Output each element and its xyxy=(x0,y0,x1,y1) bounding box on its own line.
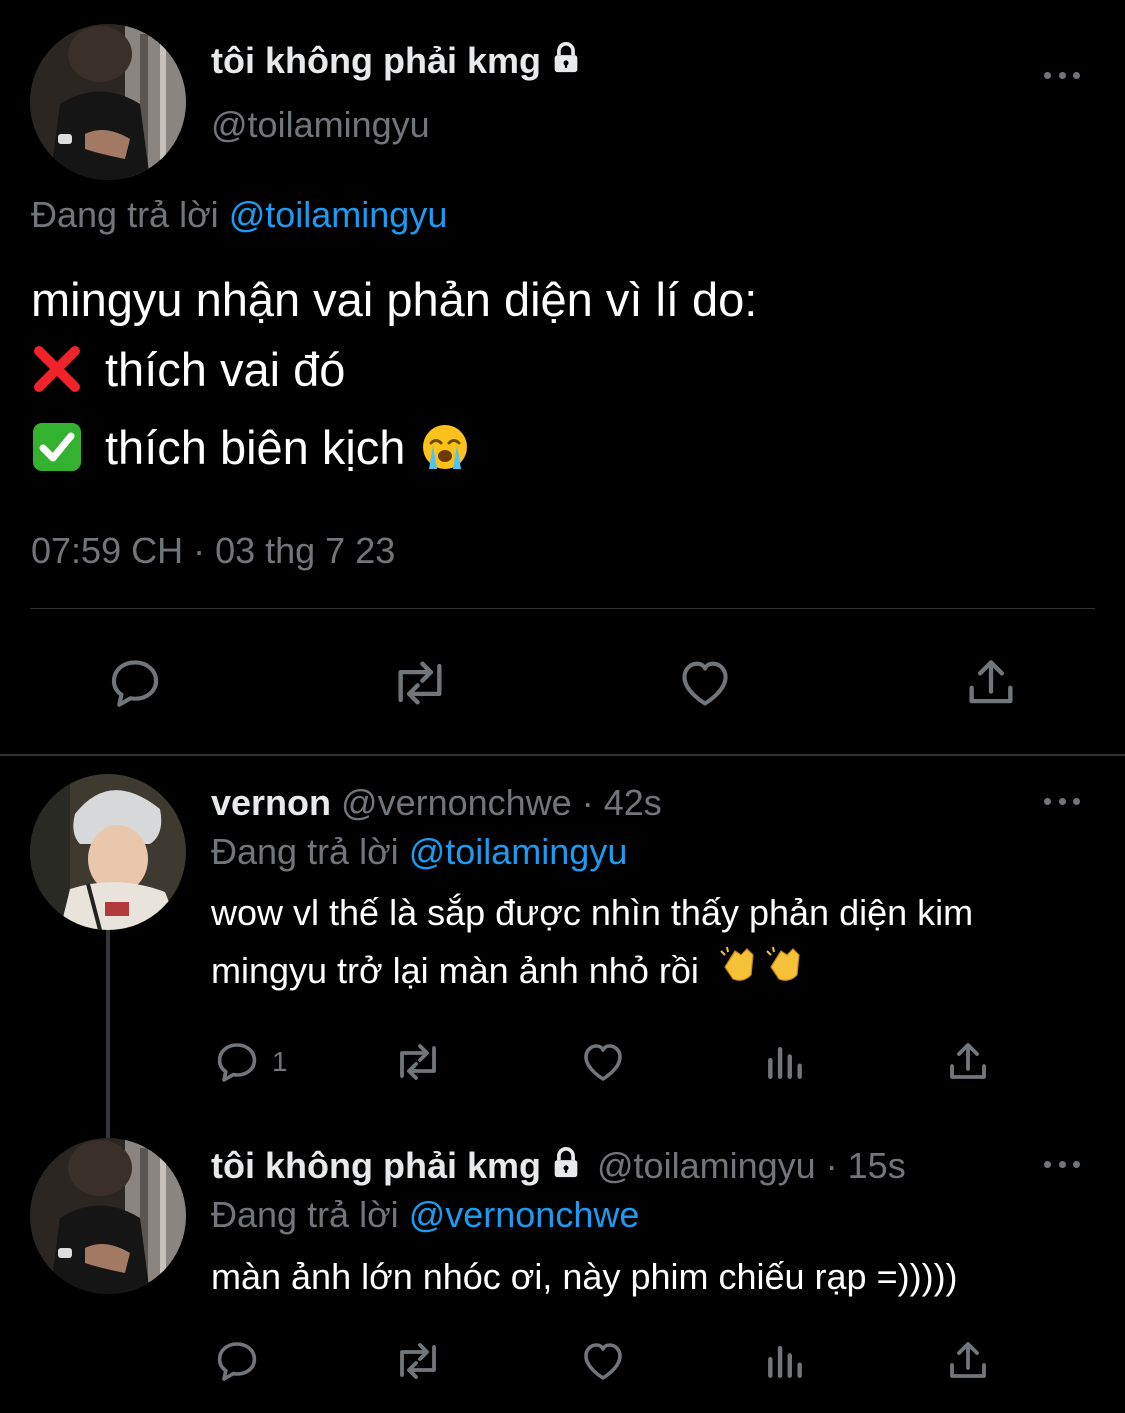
reply-text: wow vl thế là sắp được nhìn thấy phản di… xyxy=(211,884,973,1002)
like-icon[interactable] xyxy=(579,1038,627,1086)
reply-text: màn ảnh lớn nhóc ơi, này phim chiếu rạp … xyxy=(211,1248,958,1306)
reply-icon[interactable] xyxy=(213,1337,261,1385)
replying-to-link[interactable]: @vernonchwe xyxy=(409,1194,640,1235)
tweet-line-text: thích biên kịch xyxy=(105,420,406,474)
reply-text-line: wow vl thế là sắp được nhìn thấy phản di… xyxy=(211,892,974,933)
avatar-photo xyxy=(30,24,186,180)
reply-text-line: màn ảnh lớn nhóc ơi, này phim chiếu rạp … xyxy=(211,1256,958,1297)
reply-count: 1 xyxy=(272,1046,288,1077)
replying-prefix: Đang trả lời xyxy=(211,831,399,872)
author-handle[interactable]: @vernonchwe xyxy=(341,782,572,823)
clapping-hands-emoji xyxy=(719,944,805,1002)
reply-time[interactable]: · 15s xyxy=(826,1145,906,1186)
thread-connector-line xyxy=(106,930,110,1138)
more-options-icon[interactable] xyxy=(1042,65,1082,85)
author-handle[interactable]: @toilamingyu xyxy=(597,1145,816,1186)
reply-icon[interactable] xyxy=(106,654,164,712)
retweet-icon[interactable] xyxy=(390,1038,446,1086)
reply-text-line-wrap: mingyu trở lại màn ảnh nhỏ rồi xyxy=(211,942,973,1002)
analytics-icon[interactable] xyxy=(763,1339,807,1383)
author-avatar[interactable] xyxy=(30,1138,186,1294)
like-icon[interactable] xyxy=(676,654,734,712)
more-options-icon[interactable] xyxy=(1042,1154,1082,1174)
avatar-photo xyxy=(30,774,186,930)
share-icon[interactable] xyxy=(944,1038,992,1086)
tweet-line: thích biên kịch xyxy=(31,412,757,482)
author-name[interactable]: tôi không phải kmg xyxy=(211,1145,541,1186)
replying-to: Đang trả lời @toilamingyu xyxy=(31,194,447,236)
share-icon[interactable] xyxy=(962,654,1020,712)
tweet-text: mingyu nhận vai phản diện vì lí do: thíc… xyxy=(31,264,757,482)
retweet-icon[interactable] xyxy=(390,1337,446,1385)
replying-prefix: Đang trả lời xyxy=(31,194,219,235)
retweet-icon[interactable] xyxy=(386,654,454,712)
check-mark-emoji xyxy=(31,421,83,473)
tweet-line: mingyu nhận vai phản diện vì lí do: xyxy=(31,264,757,334)
author-name-row[interactable]: tôi không phải kmg xyxy=(211,40,583,84)
like-icon[interactable] xyxy=(579,1337,627,1385)
replying-to-link[interactable]: @toilamingyu xyxy=(409,831,628,872)
more-options-icon[interactable] xyxy=(1042,791,1082,811)
reply-icon[interactable] xyxy=(213,1038,261,1086)
reply-time[interactable]: · 42s xyxy=(582,782,662,823)
replying-prefix: Đang trả lời xyxy=(211,1194,399,1235)
share-icon[interactable] xyxy=(944,1337,992,1385)
reply-header: tôi không phải kmg @toilamingyu · 15s xyxy=(211,1145,906,1189)
tweet-line-text: thích vai đó xyxy=(105,342,346,396)
replying-to-link[interactable]: @toilamingyu xyxy=(229,194,448,235)
lock-icon xyxy=(549,1146,583,1189)
section-divider xyxy=(0,754,1125,756)
loudly-crying-face-emoji xyxy=(421,423,469,471)
analytics-icon[interactable] xyxy=(763,1040,807,1084)
author-handle[interactable]: @toilamingyu xyxy=(211,104,430,146)
lock-icon xyxy=(549,41,583,84)
divider xyxy=(30,608,1095,609)
author-name[interactable]: vernon xyxy=(211,782,331,823)
tweet-line-text: mingyu nhận vai phản diện vì lí do: xyxy=(31,272,758,326)
author-name[interactable]: tôi không phải kmg xyxy=(211,40,541,81)
cross-mark-emoji xyxy=(31,343,83,395)
avatar-photo xyxy=(30,1138,186,1294)
main-tweet: tôi không phải kmg @toilamingyu Đang trả… xyxy=(0,0,1125,756)
reply-text-line: mingyu trở lại màn ảnh nhỏ rồi xyxy=(211,950,699,991)
replying-to: Đang trả lời @vernonchwe xyxy=(211,1194,639,1236)
reply-header: vernon @vernonchwe · 42s xyxy=(211,782,662,824)
tweet-line: thích vai đó xyxy=(31,334,757,404)
replying-to: Đang trả lời @toilamingyu xyxy=(211,831,627,873)
author-avatar[interactable] xyxy=(30,774,186,930)
author-avatar[interactable] xyxy=(30,24,186,180)
tweet-timestamp[interactable]: 07:59 CH · 03 thg 7 23 xyxy=(31,530,395,572)
